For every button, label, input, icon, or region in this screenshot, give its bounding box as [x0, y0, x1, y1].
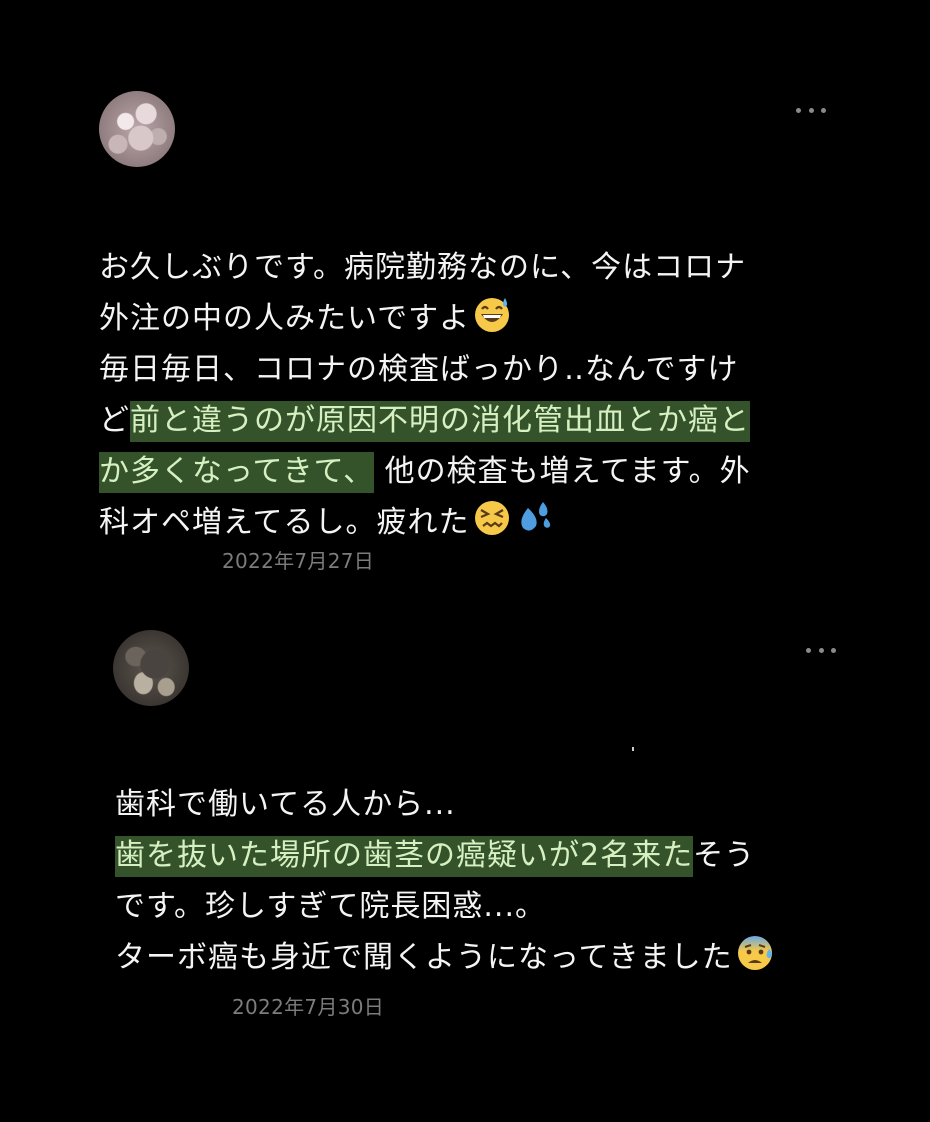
avatar[interactable]	[99, 91, 175, 167]
highlighted-text: 前と違うのが原因不明の消化管出血とか癌と	[130, 401, 750, 442]
text-segment: ターボ癌も身近で聞くようになってきました	[115, 940, 733, 975]
post-line: お久しぶりです。病院勤務なのに、今はコロナ	[99, 242, 751, 293]
text-segment: そう	[693, 838, 756, 873]
post-text: お久しぶりです。病院勤務なのに、今はコロナ 外注の中の人みたいですよ 毎日毎日、…	[99, 242, 751, 548]
text-segment: お久しぶりです。病院勤務なのに、今はコロナ	[99, 250, 747, 285]
text-segment: 他の検査も増えてます。外	[384, 454, 751, 489]
post-line: ターボ癌も身近で聞くようになってきました	[115, 932, 775, 983]
dot	[808, 107, 814, 113]
post-text: 歯科で働いてる人から... 歯を抜いた場所の歯茎の癌疑いが2名来たそう です。珍…	[115, 779, 775, 983]
post-line: 歯を抜いた場所の歯茎の癌疑いが2名来たそう	[115, 830, 775, 881]
more-options-icon[interactable]	[796, 103, 826, 117]
text-segment: 科オペ増えてるし。疲れた	[99, 505, 470, 540]
highlighted-text: 歯を抜いた場所の歯茎の癌疑いが2名来た	[115, 836, 694, 877]
text-segment: ど	[99, 403, 130, 438]
dot	[821, 107, 826, 113]
text-segment: 歯科で働いてる人から...	[115, 787, 456, 822]
anxious-sweat-face-emoji	[737, 936, 772, 970]
sweat-droplets-emoji	[520, 502, 550, 531]
avatar[interactable]	[113, 630, 189, 706]
post-date: 2022年7月30日	[232, 995, 385, 1019]
post-line: です。珍しすぎて院長困惑...。	[115, 881, 775, 932]
text-segment: です。珍しすぎて院長困惑...。	[115, 889, 547, 924]
dot	[796, 107, 801, 113]
post-line: 歯科で働いてる人から...	[115, 779, 775, 830]
post-line: 毎日毎日、コロナの検査ばっかり‥なんですけ	[99, 344, 751, 395]
dot	[806, 647, 811, 653]
post-line: 外注の中の人みたいですよ	[99, 293, 751, 344]
text-segment: 毎日毎日、コロナの検査ばっかり‥なんですけ	[99, 352, 739, 387]
text-segment: 外注の中の人みたいですよ	[99, 301, 471, 336]
more-options-icon[interactable]	[806, 643, 836, 657]
divider-mark	[632, 747, 634, 751]
dot	[831, 647, 836, 653]
highlighted-text: か多くなってきて、	[99, 452, 375, 493]
post-line: ど前と違うのが原因不明の消化管出血とか癌と	[99, 395, 751, 446]
post-line: 科オペ増えてるし。疲れた	[99, 497, 751, 548]
dot	[818, 647, 824, 653]
post-line: か多くなってきて、 他の検査も増えてます。外	[99, 446, 751, 497]
post-date: 2022年7月27日	[222, 549, 375, 573]
confounded-face-emoji	[474, 501, 509, 535]
grinning-sweat-emoji	[475, 298, 510, 332]
